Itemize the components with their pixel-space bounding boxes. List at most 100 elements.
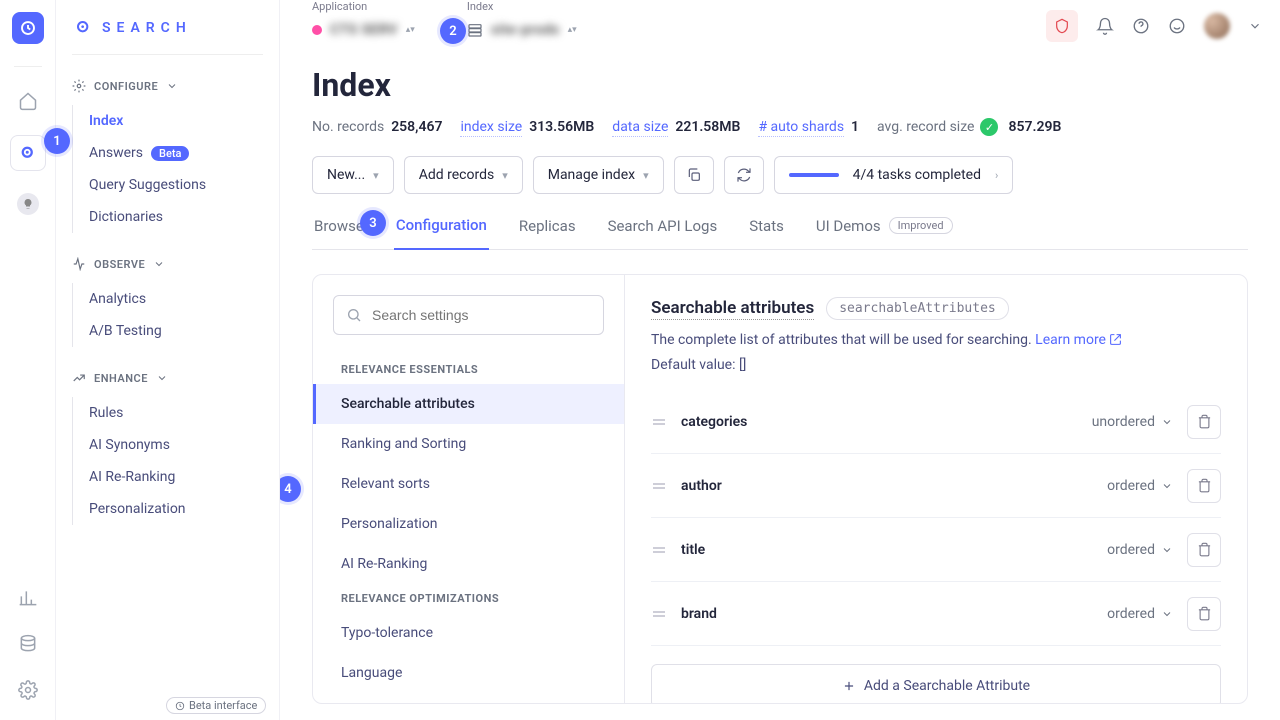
sidebar-item-ai-reranking[interactable]: AI Re-Ranking [89,461,263,493]
order-selector[interactable]: ordered [1107,606,1173,622]
delete-button[interactable] [1187,405,1221,439]
section-observe[interactable]: OBSERVE [72,257,263,271]
section-configure[interactable]: CONFIGURE [72,79,263,93]
user-avatar[interactable] [1204,13,1230,39]
tab-stats[interactable]: Stats [747,216,786,249]
application-label: Application [312,0,415,13]
index-stats: No. records 258,467 index size 313.56MB … [312,118,1248,136]
sidebar: SEARCH 1 CONFIGURE Index Answers Beta Qu… [56,0,280,720]
sidebar-item-personalization[interactable]: Personalization [89,493,263,525]
shards-link[interactable]: # auto shards [758,119,844,137]
search-product-icon[interactable] [10,135,46,171]
manage-index-button[interactable]: Manage index▾ [533,156,664,194]
sidebar-item-analytics[interactable]: Analytics [89,283,263,315]
security-alert-icon[interactable] [1046,10,1078,42]
setting-personalization[interactable]: Personalization [313,504,624,544]
settings-nav: RELEVANCE ESSENTIALS Searchable attribut… [313,275,625,703]
annotation-2: 2 [440,18,466,44]
analytics-icon[interactable] [16,586,40,610]
external-link-icon [1109,333,1122,346]
setting-ai-reranking[interactable]: AI Re-Ranking [313,544,624,584]
progress-bar [789,173,839,177]
index-label: Index [467,0,577,13]
plus-icon [842,679,856,693]
delete-button[interactable] [1187,533,1221,567]
brand-logo-icon[interactable] [12,12,44,44]
tasks-button[interactable]: 4/4 tasks completed › [774,156,1014,194]
hint-icon[interactable] [17,193,39,215]
copy-button[interactable] [674,156,714,194]
attribute-row: title ordered [651,518,1221,582]
new-button[interactable]: New...▾ [312,156,394,194]
feedback-icon[interactable] [1168,17,1186,35]
attribute-name: categories [681,414,1078,430]
drag-handle-icon[interactable] [651,478,667,494]
order-selector[interactable]: ordered [1107,478,1173,494]
annotation-3: 3 [360,210,386,236]
refresh-button[interactable] [724,156,764,194]
sidebar-item-ai-synonyms[interactable]: AI Synonyms [89,429,263,461]
delete-button[interactable] [1187,597,1221,631]
data-size-link[interactable]: data size [612,119,668,137]
attribute-row: brandordered [651,582,1221,646]
product-title: SEARCH [72,20,263,55]
attribute-name: title [681,542,1093,558]
sidebar-item-dictionaries[interactable]: Dictionaries [89,201,263,233]
attribute-name: author [681,478,1093,494]
sidebar-item-ab-testing[interactable]: A/B Testing [89,315,263,347]
topbar: Application CTS SERV ▴▾ 2 Index site-pro… [280,0,1280,56]
sidebar-item-rules[interactable]: Rules [89,397,263,429]
annotation-1: 1 [44,128,70,154]
tab-configuration[interactable]: Configuration [394,216,489,250]
group-essentials: RELEVANCE ESSENTIALS [313,355,624,384]
drag-handle-icon[interactable] [651,542,667,558]
tab-browse[interactable]: Browse [312,216,366,249]
index-selector[interactable]: site-prodx ▴▾ [467,15,577,45]
application-selector[interactable]: CTS SERV ▴▾ [312,15,415,45]
tab-search-api-logs[interactable]: Search API Logs [606,216,720,249]
sidebar-item-index[interactable]: Index [89,105,263,137]
notifications-icon[interactable] [1096,17,1114,35]
index-size-link[interactable]: index size [460,119,522,137]
beta-badge: Beta [151,146,189,161]
setting-ranking[interactable]: Ranking and Sorting [313,424,624,464]
add-attribute-button[interactable]: Add a Searchable Attribute [651,664,1221,703]
setting-searchable-attributes[interactable]: Searchable attributes [313,384,624,424]
sidebar-item-query-suggestions[interactable]: Query Suggestions [89,169,263,201]
stepper-icon[interactable]: ▴▾ [406,26,415,34]
add-records-button[interactable]: Add records▾ [404,156,523,194]
group-optimizations: RELEVANCE OPTIMIZATIONS [313,584,624,613]
search-settings-input[interactable] [333,295,604,335]
icon-rail [0,0,56,720]
learn-more-link[interactable]: Learn more [1035,332,1122,348]
section-enhance[interactable]: ENHANCE [72,371,263,385]
drag-handle-icon[interactable] [651,606,667,622]
order-selector[interactable]: unordered [1092,414,1173,430]
default-value: Default value: [] [651,355,1221,376]
sidebar-item-answers[interactable]: Answers Beta [89,137,263,169]
detail-code: searchableAttributes [826,297,1009,320]
database-icon [467,22,483,38]
drag-handle-icon[interactable] [651,414,667,430]
tab-replicas[interactable]: Replicas [517,216,578,249]
improved-badge: Improved [889,217,953,234]
help-icon[interactable] [1132,17,1150,35]
page-title: Index [312,66,1248,104]
settings-detail: Searchable attributes searchableAttribut… [625,275,1247,703]
home-icon[interactable] [16,89,40,113]
data-icon[interactable] [16,632,40,656]
order-selector[interactable]: ordered [1107,542,1173,558]
setting-relevant-sorts[interactable]: Relevant sorts [313,464,624,504]
delete-button[interactable] [1187,469,1221,503]
tab-ui-demos[interactable]: UI Demos Improved [814,216,955,249]
attribute-row: categories unordered [651,390,1221,454]
setting-typo[interactable]: Typo-tolerance [313,613,624,653]
beta-interface-chip[interactable]: Beta interface [166,697,266,714]
settings-icon[interactable] [16,678,40,702]
user-menu-caret[interactable] [1248,19,1262,33]
attribute-row: author ordered [651,454,1221,518]
stepper-icon[interactable]: ▴▾ [568,26,577,34]
check-icon: ✓ [980,118,998,136]
setting-language[interactable]: Language [313,653,624,693]
search-icon [346,307,362,323]
